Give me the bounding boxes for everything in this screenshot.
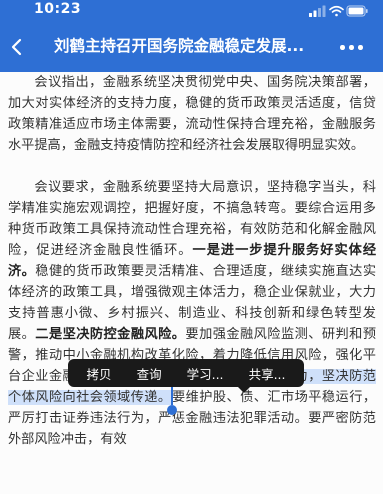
status-time: 10:23 xyxy=(34,1,82,17)
article-paragraph[interactable]: 会议指出，金融系统坚决贯彻党中央、国务院决策部署，加大对实体经济的支持力度，稳健… xyxy=(8,72,376,156)
paragraph-text: 会议指出，金融系统坚决贯彻党中央、国务院决策部署，加大对实体经济的支持力度，稳健… xyxy=(8,75,376,153)
battery-icon xyxy=(346,5,368,17)
chevron-left-icon xyxy=(11,38,22,56)
page-title: 刘鹤主持召开国务院金融稳定发展... xyxy=(54,37,305,55)
nav-bar: 刘鹤主持召开国务院金融稳定发展... xyxy=(0,22,383,72)
menu-copy[interactable]: 拷贝 xyxy=(81,360,118,387)
article-paragraph[interactable]: 会议要求，金融系统要坚持大局意识，坚持稳字当头，科学精准实施宏观调控，把握好度，… xyxy=(8,177,376,450)
selection-context-menu: 拷贝 查询 学习... 共享... xyxy=(68,359,304,393)
menu-share[interactable]: 共享... xyxy=(243,360,292,387)
menu-look-up[interactable]: 查询 xyxy=(131,360,168,387)
status-icons xyxy=(309,5,368,17)
menu-learn[interactable]: 学习... xyxy=(181,360,230,387)
more-options-button[interactable] xyxy=(337,37,365,57)
back-button[interactable] xyxy=(2,32,32,62)
bold-heading-text: 二是坚决防控金融风险。 xyxy=(35,327,186,342)
signal-icon xyxy=(309,5,326,17)
status-bar: 10:23 xyxy=(0,0,383,22)
article-screen: 10:23 刘鹤主持召开国务院金融稳定发展... 会议指出，金融系统坚决贯彻党中… xyxy=(0,0,383,494)
wifi-icon xyxy=(329,5,344,17)
article-body: 会议指出，金融系统坚决贯彻党中央、国务院决策部署，加大对实体经济的支持力度，稳健… xyxy=(8,72,376,471)
